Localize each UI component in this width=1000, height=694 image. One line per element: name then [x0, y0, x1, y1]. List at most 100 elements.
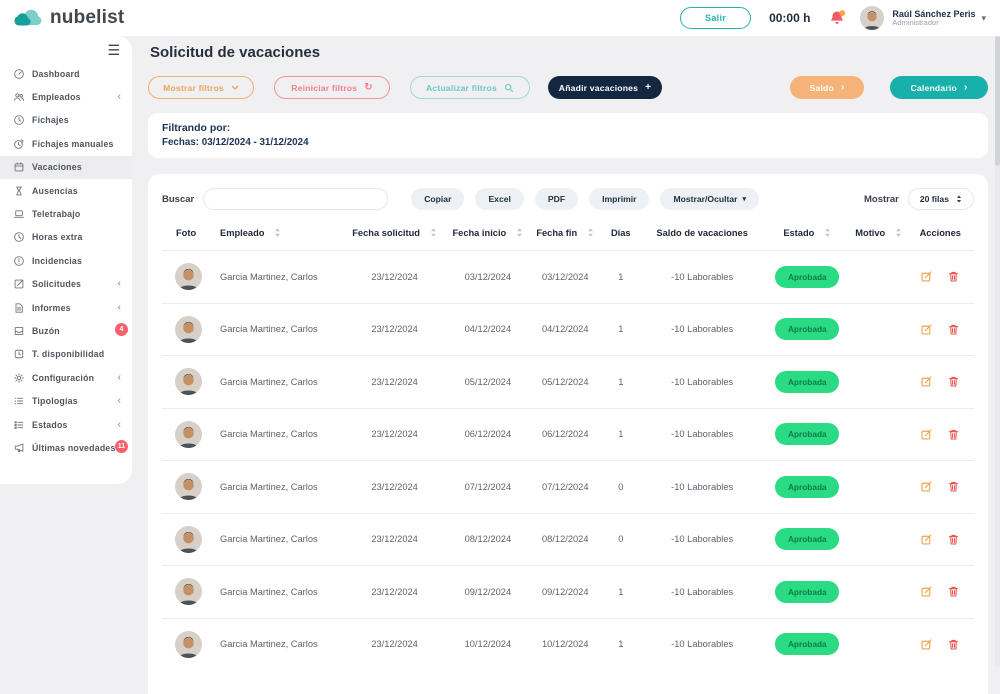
sort-icon[interactable]	[895, 227, 902, 238]
cell-empleado: Garcia Martinez, Carlos	[220, 587, 343, 597]
scrollbar-thumb[interactable]	[995, 36, 1000, 166]
edit-icon[interactable]	[920, 270, 933, 283]
show-filters-label: Mostrar filtros	[163, 83, 224, 93]
page-scrollbar[interactable]	[995, 36, 1000, 667]
column-header-fecha-solicitud[interactable]: Fecha solicitud	[343, 227, 446, 238]
column-header-estado[interactable]: Estado	[764, 227, 851, 238]
sidebar-item-tipologias[interactable]: Tipologías ‹	[0, 389, 132, 412]
sort-icon[interactable]	[274, 227, 281, 238]
user-avatar[interactable]	[860, 6, 884, 30]
page-size-select[interactable]: 20 filas	[908, 188, 974, 210]
notification-count-badge: 11	[115, 440, 128, 453]
sidebar-item-label: Estados	[32, 420, 68, 430]
edit-doc-icon	[13, 278, 25, 290]
edit-icon[interactable]	[920, 638, 933, 651]
saldo-button[interactable]: Saldo ›	[790, 76, 864, 99]
clock-edit-icon	[13, 138, 25, 150]
sidebar-item-empleados[interactable]: Empleados ‹	[0, 85, 132, 108]
employee-photo	[175, 526, 202, 553]
users-icon	[13, 91, 25, 103]
edit-icon[interactable]	[920, 585, 933, 598]
add-vacation-button[interactable]: Añadir vacaciones +	[548, 76, 662, 99]
sort-icon[interactable]	[430, 227, 437, 238]
show-filters-button[interactable]: Mostrar filtros	[148, 76, 254, 99]
delete-icon[interactable]	[947, 480, 960, 493]
export-pdf-button[interactable]: PDF	[535, 188, 578, 210]
column-header-saldo-de-vacaciones: Saldo de vacaciones	[641, 228, 764, 238]
sidebar-item-dashboard[interactable]: Dashboard	[0, 62, 132, 85]
sidebar-item-configuracion[interactable]: Configuración ‹	[0, 366, 132, 389]
cell-saldo: -10 Laborables	[641, 534, 764, 544]
delete-icon[interactable]	[947, 270, 960, 283]
sort-icon[interactable]	[824, 227, 831, 238]
status-badge: Aprobada	[775, 371, 839, 393]
logout-button[interactable]: Salir	[680, 7, 751, 29]
edit-icon[interactable]	[920, 428, 933, 441]
refresh-icon: ↻	[364, 83, 373, 93]
search-input[interactable]	[203, 188, 388, 210]
sidebar-item-incidencias[interactable]: Incidencias	[0, 249, 132, 272]
user-menu-caret-icon[interactable]: ▾	[981, 13, 986, 24]
cell-saldo: -10 Laborables	[641, 377, 764, 387]
export-excel-button[interactable]: Excel	[475, 188, 523, 210]
show-rows-label: Mostrar	[864, 194, 899, 205]
sidebar-item-estados[interactable]: Estados ‹	[0, 413, 132, 436]
delete-icon[interactable]	[947, 585, 960, 598]
export-copiar-button[interactable]: Copiar	[411, 188, 464, 210]
status-badge: Aprobada	[775, 423, 839, 445]
edit-icon[interactable]	[920, 375, 933, 388]
add-vacation-label: Añadir vacaciones	[559, 83, 638, 93]
column-header-motivo[interactable]: Motivo	[851, 227, 907, 238]
column-header-empleado[interactable]: Empleado	[220, 227, 343, 238]
user-info[interactable]: Raúl Sánchez Peris Administrador	[892, 9, 975, 28]
update-filters-button[interactable]: Actualizar filtros	[410, 76, 530, 99]
column-label: Motivo	[855, 228, 885, 238]
delete-icon[interactable]	[947, 533, 960, 546]
notifications-bell-icon[interactable]	[828, 9, 846, 27]
cell-fecha-inicio: 07/12/2024	[446, 482, 529, 492]
sidebar-item-buzon[interactable]: Buzón 4	[0, 319, 132, 342]
sidebar-item-teletrabajo[interactable]: Teletrabajo	[0, 202, 132, 225]
toggle-columns-button[interactable]: Mostrar/Ocultar ▾	[660, 188, 759, 210]
cell-fecha-solicitud: 23/12/2024	[343, 482, 446, 492]
cell-fecha-solicitud: 23/12/2024	[343, 534, 446, 544]
cell-acciones	[907, 638, 974, 651]
delete-icon[interactable]	[947, 375, 960, 388]
sidebar-item-ultimas-novedades[interactable]: Últimas novedades 11	[0, 436, 132, 459]
calendar-button[interactable]: Calendario ›	[890, 76, 988, 99]
alert-icon	[13, 255, 25, 267]
edit-icon[interactable]	[920, 533, 933, 546]
cell-saldo: -10 Laborables	[641, 429, 764, 439]
delete-icon[interactable]	[947, 323, 960, 336]
sidebar-item-ausencias[interactable]: Ausencias	[0, 179, 132, 202]
sidebar-item-informes[interactable]: Informes ‹	[0, 296, 132, 319]
page-size-value: 20 filas	[920, 194, 949, 204]
column-header-fecha-fin[interactable]: Fecha fin	[530, 227, 601, 238]
delete-icon[interactable]	[947, 428, 960, 441]
edit-icon[interactable]	[920, 323, 933, 336]
sidebar-item-vacaciones[interactable]: Vacaciones	[0, 156, 132, 179]
chevron-left-icon: ‹	[118, 420, 121, 430]
sidebar-item-fichajes[interactable]: Fichajes	[0, 109, 132, 132]
sidebar-item-horas-extra[interactable]: Horas extra	[0, 226, 132, 249]
sidebar-collapse-icon[interactable]: ☰	[107, 42, 120, 59]
delete-icon[interactable]	[947, 638, 960, 651]
reset-filters-button[interactable]: Reiniciar filtros ↻	[274, 76, 390, 99]
hourglass-icon	[13, 185, 25, 197]
cell-fecha-inicio: 05/12/2024	[446, 377, 529, 387]
export-buttons: Copiar Excel PDF Imprimir	[400, 188, 649, 210]
sidebar-item-label: Tipologías	[32, 396, 78, 406]
sidebar-item-t-disponibilidad[interactable]: T. disponibilidad	[0, 343, 132, 366]
sidebar-item-fichajes-manuales[interactable]: Fichajes manuales	[0, 132, 132, 155]
sort-icon[interactable]	[516, 227, 523, 238]
table-toolbar: Buscar Copiar Excel PDF Imprimir Mostrar/Oc…	[162, 188, 974, 210]
edit-icon[interactable]	[920, 480, 933, 493]
export-imprimir-button[interactable]: Imprimir	[589, 188, 649, 210]
sidebar-item-label: Empleados	[32, 92, 81, 102]
column-header-fecha-inicio[interactable]: Fecha inicio	[446, 227, 529, 238]
search-label: Buscar	[162, 194, 194, 205]
sidebar-item-solicitudes[interactable]: Solicitudes ‹	[0, 273, 132, 296]
sort-icon[interactable]	[587, 227, 594, 238]
cell-fecha-fin: 08/12/2024	[530, 534, 601, 544]
table-row: Garcia Martinez, Carlos 23/12/2024 06/12…	[162, 408, 974, 461]
